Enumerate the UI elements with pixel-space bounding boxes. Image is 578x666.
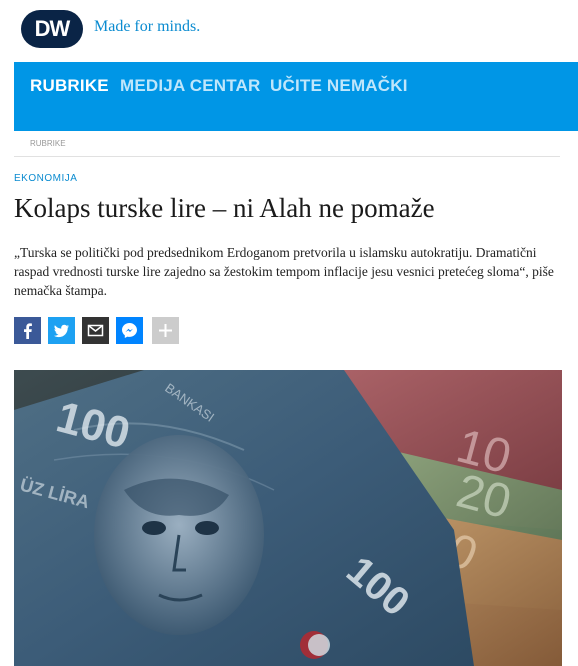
twitter-icon [54, 324, 69, 338]
facebook-share-button[interactable] [14, 317, 41, 344]
article-image[interactable]: 10 20 50 100 ÜZ LİRA BANKASI 100 [14, 370, 562, 666]
logo-text: DW [34, 16, 71, 41]
nav-item-rubrike[interactable]: RUBRIKE [30, 76, 109, 96]
dw-logo[interactable]: DW [21, 10, 83, 48]
messenger-share-button[interactable] [116, 317, 143, 344]
nav-item-ucite-nemacki[interactable]: UČITE NEMAČKI [270, 76, 408, 96]
twitter-share-button[interactable] [48, 317, 75, 344]
article-category[interactable]: EKONOMIJA [14, 173, 77, 184]
messenger-icon [122, 323, 137, 338]
tagline: Made for minds. [94, 18, 201, 35]
email-icon [87, 324, 104, 337]
breadcrumb[interactable]: RUBRIKE [30, 139, 66, 148]
article-teaser: „Turska se politički pod predsednikom Er… [14, 245, 554, 298]
site-header: DW Made for minds. [0, 0, 578, 62]
main-nav: RUBRIKE MEDIJA CENTAR UČITE NEMAČKI [14, 62, 578, 131]
more-share-button[interactable] [152, 317, 179, 344]
banknotes-illustration: 10 20 50 100 ÜZ LİRA BANKASI 100 [14, 370, 562, 666]
nav-item-medija-centar[interactable]: MEDIJA CENTAR [120, 76, 261, 96]
more-icon [159, 324, 172, 337]
facebook-icon [24, 323, 32, 339]
email-share-button[interactable] [82, 317, 109, 344]
article-title: Kolaps turske lire – ni Alah ne pomaže [14, 193, 435, 223]
divider [14, 156, 560, 157]
